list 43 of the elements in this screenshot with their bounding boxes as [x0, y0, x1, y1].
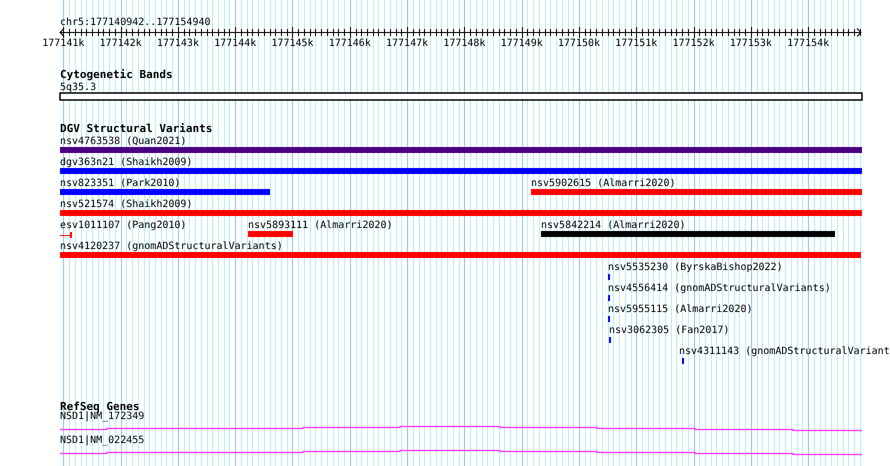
location-label: chr5:177140942..177154940 [60, 17, 211, 28]
variant-label[interactable]: nsv4120237 (gnomADStructuralVariants) [60, 241, 283, 252]
track-title: RefSeq Genes [60, 400, 140, 413]
track-title: Cytogenetic Bands [60, 68, 173, 81]
track-title: DGV Structural Variants [60, 122, 212, 135]
variant-label[interactable]: nsv5893111 (Almarri2020) [248, 220, 392, 231]
tick-label: 177147k [386, 38, 428, 49]
transcript-line[interactable] [60, 450, 862, 456]
tick-label: 177153k [730, 38, 772, 49]
tick-label: 177143k [156, 38, 199, 49]
tick-label: 177141k [42, 38, 84, 49]
transcript-label[interactable]: NSD1|NM_022455 [60, 435, 144, 446]
variant-label[interactable]: nsv823351 (Park2010) [60, 178, 180, 189]
tick-label: 177142k [100, 38, 142, 49]
variant-label[interactable]: nsv5902615 (Almarri2020) [531, 178, 676, 189]
variant-label[interactable]: nsv5842214 (Almarri2020) [541, 220, 686, 231]
variant-tick[interactable] [608, 274, 610, 280]
variant-tick[interactable] [608, 295, 610, 301]
variant-tick[interactable] [608, 316, 610, 322]
tick-label: 177149k [500, 38, 543, 49]
variant-label[interactable]: nsv4763538 (Quan2021) [60, 136, 186, 147]
variant-label[interactable]: esv1011107 (Pang2010) [60, 220, 186, 231]
tick-label: 177152k [672, 38, 715, 49]
transcript-line[interactable] [60, 426, 862, 432]
transcript-label[interactable]: NSD1|NM_172349 [60, 411, 144, 422]
tick-label: 177146k [328, 38, 371, 49]
variant-tick[interactable] [609, 337, 611, 343]
variant-tick[interactable] [682, 358, 684, 364]
variant-label[interactable]: dgv363n21 (Shaikh2009) [60, 157, 192, 168]
tick-label: 177154k [787, 38, 830, 49]
variant-label[interactable]: nsv3062305 (Fan2017) [609, 325, 730, 336]
band-label: 5q35.3 [60, 82, 96, 93]
variant-label[interactable]: nsv521574 (Shaikh2009) [60, 199, 192, 210]
variant-bar[interactable] [60, 232, 72, 238]
variant-label[interactable]: nsv4311143 (gnomADStructuralVariant [679, 346, 890, 357]
tick-label: 177148k [443, 38, 486, 49]
variant-label[interactable]: nsv4556414 (gnomADStructuralVariants) [608, 283, 831, 294]
tick-label: 177145k [271, 38, 314, 49]
tick-label: 177144k [214, 38, 256, 49]
tick-label: 177150k [558, 38, 600, 49]
tick-label: 177151k [615, 38, 658, 49]
variant-label[interactable]: nsv5955115 (Almarri2020) [608, 304, 752, 315]
variant-label[interactable]: nsv5535230 (ByrskaBishop2022) [608, 262, 783, 273]
